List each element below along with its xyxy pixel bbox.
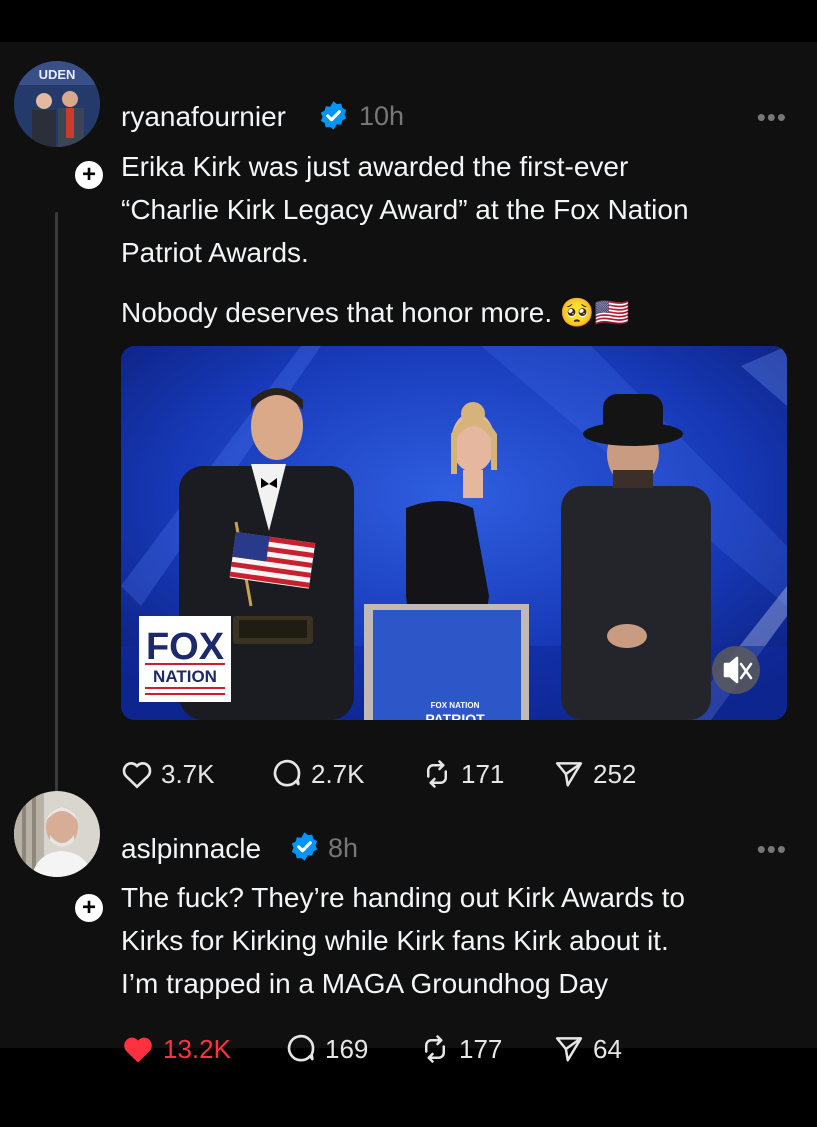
- thread-connector-line: [55, 212, 58, 809]
- like-button[interactable]: 13.2K: [121, 1029, 231, 1069]
- post-text-line: Kirks for Kirking while Kirk fans Kirk a…: [121, 925, 669, 956]
- share-button[interactable]: 252: [553, 754, 636, 794]
- verified-badge-icon: [320, 101, 347, 130]
- avatar[interactable]: UDEN: [14, 61, 100, 147]
- follow-plus-button[interactable]: +: [72, 158, 106, 192]
- repost-button[interactable]: 177: [419, 1029, 502, 1069]
- repost-icon: [427, 760, 447, 788]
- repost-icon: [425, 1035, 445, 1063]
- reply-count: 169: [325, 1033, 369, 1064]
- post-actions: 3.7K 2.7K 171 252: [121, 754, 771, 794]
- like-button[interactable]: 3.7K: [121, 754, 215, 794]
- more-options-icon[interactable]: •••: [757, 834, 787, 865]
- post-text-line: I’m trapped in a MAGA Groundhog Day: [121, 968, 609, 999]
- share-button[interactable]: 64: [553, 1029, 622, 1069]
- heart-icon: [122, 762, 152, 789]
- post-time: 10h: [359, 101, 405, 131]
- avatar-banner-text: UDEN: [39, 67, 76, 82]
- send-icon: [555, 762, 583, 787]
- post-text: The fuck? They’re handing out Kirk Award…: [121, 876, 791, 1005]
- nation-logo-text: NATION: [153, 667, 217, 686]
- like-count: 13.2K: [163, 1033, 231, 1064]
- repost-count: 171: [461, 758, 505, 789]
- video-player[interactable]: FOX NATION FOX NATION PATRIOT: [121, 346, 787, 720]
- post-text-second: Nobody deserves that honor more. 🥺🇺🇸: [121, 297, 630, 328]
- post-text-line: The fuck? They’re handing out Kirk Award…: [121, 882, 685, 913]
- send-icon: [555, 1037, 583, 1062]
- share-count: 64: [593, 1033, 622, 1064]
- post-time: 8h: [328, 833, 359, 863]
- repost-count: 177: [459, 1033, 503, 1064]
- avatar[interactable]: [14, 791, 100, 877]
- reply-button[interactable]: 2.7K: [271, 754, 365, 794]
- post-text-line: Patriot Awards.: [121, 237, 309, 268]
- repost-button[interactable]: 171: [421, 754, 504, 794]
- more-options-icon[interactable]: •••: [757, 102, 787, 133]
- post-text-line: “Charlie Kirk Legacy Award” at the Fox N…: [121, 194, 689, 225]
- username[interactable]: aslpinnacle: [121, 833, 261, 865]
- post-text: Erika Kirk was just awarded the first-ev…: [121, 145, 791, 274]
- like-count: 3.7K: [161, 758, 215, 789]
- username[interactable]: ryanafournier: [121, 101, 286, 133]
- comment-icon: [287, 1034, 315, 1062]
- podium-title-text: PATRIOT: [425, 711, 485, 720]
- post-text-line: Erika Kirk was just awarded the first-ev…: [121, 151, 629, 182]
- verified-badge-icon: [291, 832, 318, 861]
- podium-logo-text: FOX NATION: [431, 701, 480, 710]
- fox-logo-text: FOX: [146, 626, 225, 668]
- comment-icon: [273, 759, 301, 787]
- follow-plus-button[interactable]: +: [72, 891, 106, 925]
- post-actions: 13.2K 169 177 64: [121, 1029, 771, 1069]
- heart-filled-icon: [124, 1037, 152, 1063]
- share-count: 252: [593, 758, 637, 789]
- reply-button[interactable]: 169: [285, 1029, 368, 1069]
- thread-screen: UDEN + ryanafournier 10h ••• Erika Kirk …: [0, 42, 817, 1064]
- reply-count: 2.7K: [311, 758, 365, 789]
